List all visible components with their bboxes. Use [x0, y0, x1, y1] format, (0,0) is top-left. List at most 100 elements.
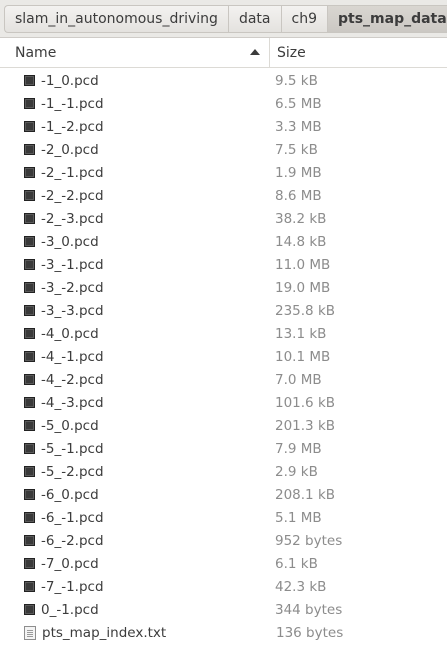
file-name: -2_-3.pcd	[41, 210, 104, 227]
file-name: 0_-1.pcd	[41, 601, 99, 618]
breadcrumb-slam-in-autonomous-driving[interactable]: slam_in_autonomous_driving	[4, 4, 228, 33]
pcd-file-icon	[24, 558, 35, 569]
file-name: -3_-3.pcd	[41, 302, 104, 319]
pcd-file-icon	[24, 98, 35, 109]
file-row[interactable]: -5_-1.pcd 7.9 MB	[0, 437, 447, 460]
pcd-file-icon	[24, 351, 35, 362]
pcd-file-icon	[24, 259, 35, 270]
file-size: 6.1 kB	[275, 555, 318, 572]
file-row[interactable]: -2_-3.pcd 38.2 kB	[0, 207, 447, 230]
file-name: -4_-2.pcd	[41, 371, 104, 388]
file-row[interactable]: pts_map_index.txt 136 bytes	[0, 621, 447, 644]
file-name: -5_-2.pcd	[41, 463, 104, 480]
file-name: -5_-1.pcd	[41, 440, 104, 457]
file-list: -1_0.pcd 9.5 kB -1_-1.pcd 6.5 MB -1_-2.pcd 3.…	[0, 68, 447, 644]
file-size: 10.1 MB	[275, 348, 331, 365]
sort-ascending-icon	[250, 49, 260, 55]
file-row[interactable]: -4_0.pcd 13.1 kB	[0, 322, 447, 345]
file-size: 38.2 kB	[275, 210, 327, 227]
file-name: -7_-1.pcd	[41, 578, 104, 595]
pcd-file-icon	[24, 328, 35, 339]
file-name: -2_-2.pcd	[41, 187, 104, 204]
file-size: 3.3 MB	[275, 118, 322, 135]
file-size: 7.5 kB	[275, 141, 318, 158]
file-row[interactable]: -6_0.pcd 208.1 kB	[0, 483, 447, 506]
file-size: 208.1 kB	[275, 486, 336, 503]
breadcrumb: slam_in_autonomous_driving data ch9 pts_…	[0, 0, 447, 38]
breadcrumb-data[interactable]: data	[227, 4, 281, 33]
file-row[interactable]: -4_-1.pcd 10.1 MB	[0, 345, 447, 368]
file-row[interactable]: 0_-1.pcd 344 bytes	[0, 598, 447, 621]
file-size: 1.9 MB	[275, 164, 322, 181]
pcd-file-icon	[24, 581, 35, 592]
file-size: 7.9 MB	[275, 440, 322, 457]
file-name: -4_-1.pcd	[41, 348, 104, 365]
pcd-file-icon	[24, 121, 35, 132]
pcd-file-icon	[24, 397, 35, 408]
file-name: -4_-3.pcd	[41, 394, 104, 411]
file-row[interactable]: -2_0.pcd 7.5 kB	[0, 138, 447, 161]
file-row[interactable]: -3_-2.pcd 19.0 MB	[0, 276, 447, 299]
file-row[interactable]: -1_-2.pcd 3.3 MB	[0, 115, 447, 138]
column-header: Name Size	[0, 38, 447, 68]
file-row[interactable]: -3_-3.pcd 235.8 kB	[0, 299, 447, 322]
pcd-file-icon	[24, 489, 35, 500]
file-row[interactable]: -5_-2.pcd 2.9 kB	[0, 460, 447, 483]
file-name: -3_0.pcd	[41, 233, 99, 250]
file-name: -1_-1.pcd	[41, 95, 104, 112]
file-row[interactable]: -3_0.pcd 14.8 kB	[0, 230, 447, 253]
file-size: 6.5 MB	[275, 95, 322, 112]
file-size: 101.6 kB	[275, 394, 336, 411]
name-column-label: Name	[15, 44, 57, 61]
pcd-file-icon	[24, 144, 35, 155]
file-size: 9.5 kB	[275, 72, 318, 89]
file-name: -4_0.pcd	[41, 325, 99, 342]
file-name: -3_-1.pcd	[41, 256, 104, 273]
file-size: 235.8 kB	[275, 302, 336, 319]
file-size: 5.1 MB	[275, 509, 322, 526]
file-size: 11.0 MB	[275, 256, 331, 273]
pcd-file-icon	[24, 512, 35, 523]
pcd-file-icon	[24, 374, 35, 385]
file-row[interactable]: -6_-2.pcd 952 bytes	[0, 529, 447, 552]
file-row[interactable]: -5_0.pcd 201.3 kB	[0, 414, 447, 437]
size-column-label: Size	[277, 44, 306, 61]
file-row[interactable]: -7_0.pcd 6.1 kB	[0, 552, 447, 575]
pcd-file-icon	[24, 75, 35, 86]
file-name: -3_-2.pcd	[41, 279, 104, 296]
file-row[interactable]: -4_-3.pcd 101.6 kB	[0, 391, 447, 414]
file-row[interactable]: -6_-1.pcd 5.1 MB	[0, 506, 447, 529]
pcd-file-icon	[24, 466, 35, 477]
text-file-icon	[24, 625, 36, 640]
pcd-file-icon	[24, 443, 35, 454]
file-name: -5_0.pcd	[41, 417, 99, 434]
file-row[interactable]: -3_-1.pcd 11.0 MB	[0, 253, 447, 276]
file-size: 201.3 kB	[275, 417, 336, 434]
file-name: -6_0.pcd	[41, 486, 99, 503]
file-row[interactable]: -2_-1.pcd 1.9 MB	[0, 161, 447, 184]
file-row[interactable]: -4_-2.pcd 7.0 MB	[0, 368, 447, 391]
file-row[interactable]: -2_-2.pcd 8.6 MB	[0, 184, 447, 207]
pcd-file-icon	[24, 305, 35, 316]
file-size: 2.9 kB	[275, 463, 318, 480]
file-name: -2_0.pcd	[41, 141, 99, 158]
file-size: 136 bytes	[276, 624, 344, 641]
file-size: 344 bytes	[275, 601, 343, 618]
size-column-header[interactable]: Size	[270, 38, 306, 67]
file-row[interactable]: -1_-1.pcd 6.5 MB	[0, 92, 447, 115]
file-row[interactable]: -7_-1.pcd 42.3 kB	[0, 575, 447, 598]
breadcrumb-ch9[interactable]: ch9	[280, 4, 327, 33]
file-size: 952 bytes	[275, 532, 343, 549]
file-size: 8.6 MB	[275, 187, 322, 204]
pcd-file-icon	[24, 190, 35, 201]
breadcrumb-pts-map-data[interactable]: pts_map_data	[326, 4, 447, 33]
pcd-file-icon	[24, 420, 35, 431]
pcd-file-icon	[24, 167, 35, 178]
file-name: -6_-2.pcd	[41, 532, 104, 549]
file-row[interactable]: -1_0.pcd 9.5 kB	[0, 69, 447, 92]
file-size: 7.0 MB	[275, 371, 322, 388]
name-column-header[interactable]: Name	[0, 38, 270, 67]
file-name: -7_0.pcd	[41, 555, 99, 572]
pcd-file-icon	[24, 236, 35, 247]
pcd-file-icon	[24, 213, 35, 224]
